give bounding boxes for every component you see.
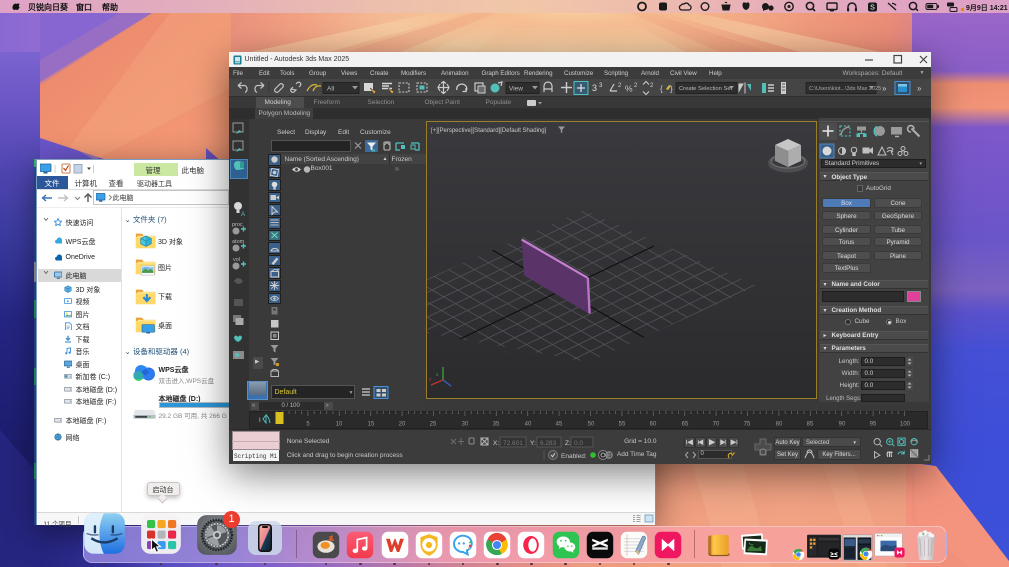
svg-text:{: {	[660, 85, 663, 94]
svg-text:5: 5	[306, 422, 310, 428]
svg-text:35: 35	[492, 422, 499, 428]
svg-text:60: 60	[649, 422, 656, 428]
svg-text:X:: X:	[493, 440, 499, 447]
svg-text:95: 95	[869, 422, 876, 428]
svg-text:100: 100	[899, 422, 910, 428]
svg-text:0.0: 0.0	[574, 440, 583, 447]
svg-text:90: 90	[838, 422, 845, 428]
svg-text:All: All	[327, 86, 335, 93]
svg-text:70: 70	[712, 422, 719, 428]
svg-text:}: }	[670, 85, 673, 94]
svg-text:I: I	[259, 418, 261, 424]
svg-text:Z:: Z:	[565, 440, 571, 447]
svg-text:20: 20	[398, 422, 405, 428]
svg-text:65: 65	[681, 422, 688, 428]
svg-text:Create Selection Set: Create Selection Set	[679, 86, 733, 92]
svg-text:2: 2	[650, 83, 654, 89]
svg-text:75: 75	[743, 422, 750, 428]
svg-text:25: 25	[429, 422, 436, 428]
svg-text:proc: proc	[232, 222, 243, 228]
svg-text:3: 3	[592, 83, 597, 93]
svg-text:S: S	[870, 5, 875, 12]
svg-text:45: 45	[555, 422, 562, 428]
svg-text:View: View	[509, 86, 523, 93]
svg-text:6.283: 6.283	[540, 440, 557, 447]
svg-text:3: 3	[599, 83, 603, 89]
svg-text:2: 2	[618, 83, 622, 89]
svg-text:vol: vol	[233, 257, 240, 263]
svg-text:»: »	[917, 84, 922, 93]
svg-text:2: 2	[634, 83, 638, 89]
svg-text:»: »	[882, 84, 887, 93]
svg-text:Y:: Y:	[530, 440, 536, 447]
svg-text:55: 55	[618, 422, 625, 428]
svg-text:A: A	[241, 212, 245, 218]
svg-text:40: 40	[524, 422, 531, 428]
svg-text:80: 80	[775, 422, 782, 428]
svg-text:10: 10	[335, 422, 342, 428]
svg-text:%: %	[625, 84, 633, 94]
svg-text:atom: atom	[232, 239, 245, 245]
svg-text:[+][Perspective][Standard][Def: [+][Perspective][Standard][Default Shadi…	[431, 128, 547, 134]
svg-text:15: 15	[367, 422, 374, 428]
svg-text:Enabled:: Enabled:	[561, 453, 587, 460]
svg-text:50: 50	[587, 422, 594, 428]
svg-text:72.601: 72.601	[503, 440, 523, 447]
svg-text:30: 30	[461, 422, 468, 428]
svg-text:85: 85	[806, 422, 813, 428]
